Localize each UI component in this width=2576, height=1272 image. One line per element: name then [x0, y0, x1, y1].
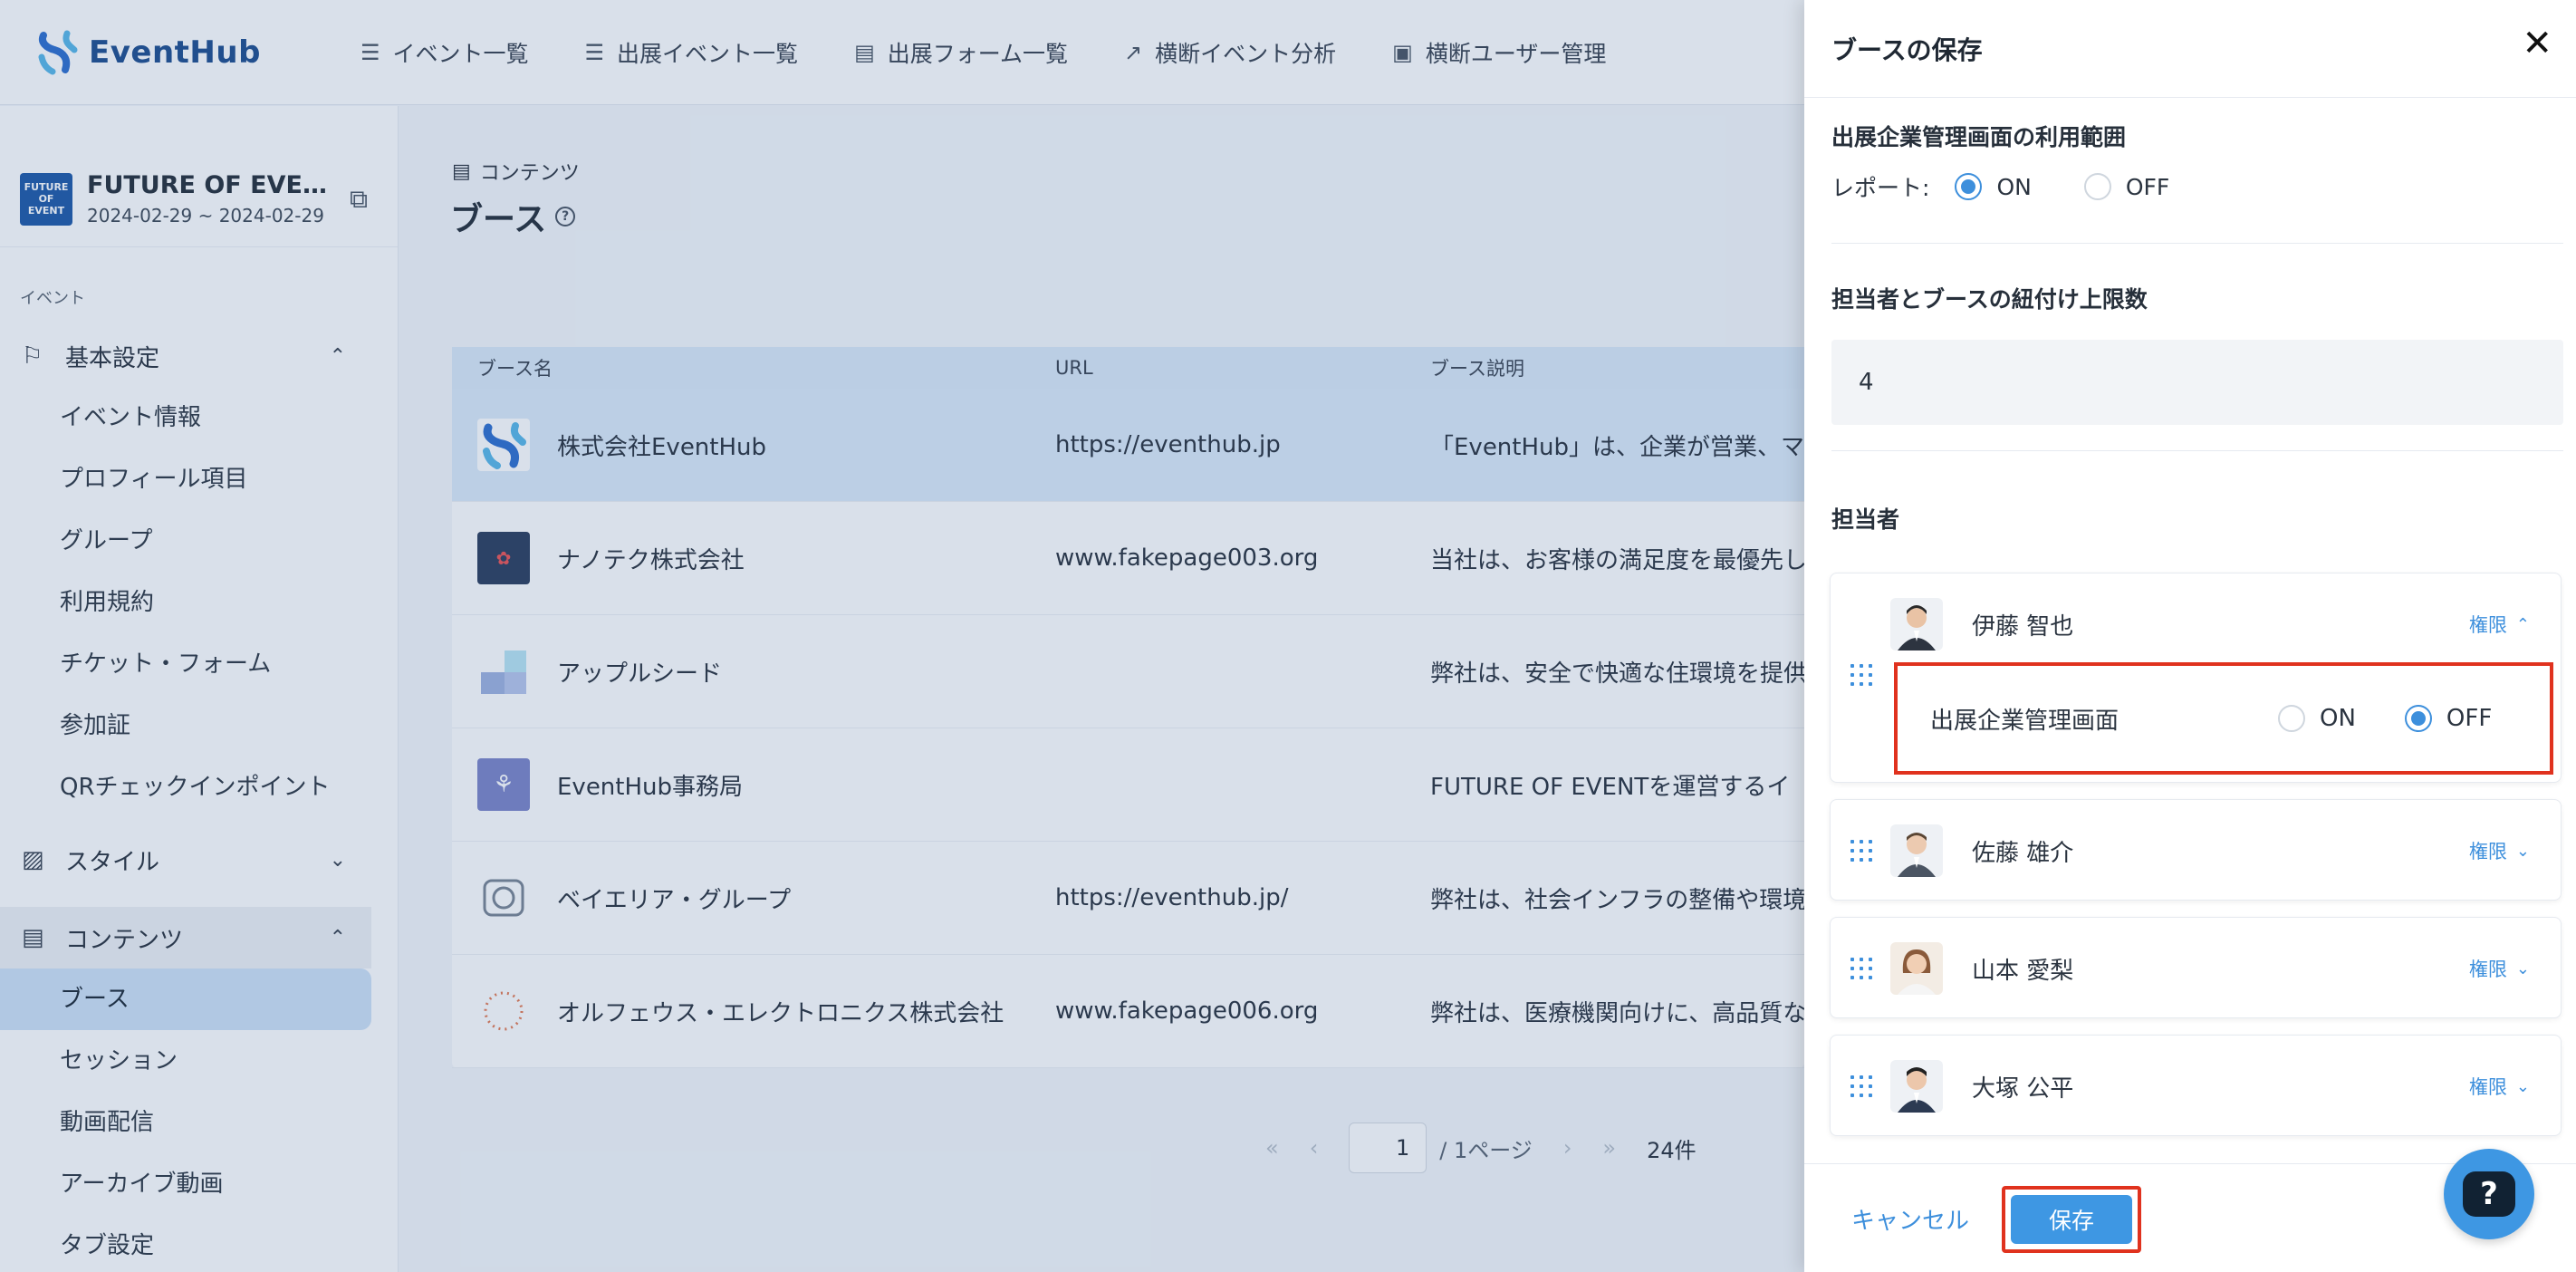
- drawer-body: 出展企業管理画面の利用範囲 レポート: ON OFF 担当者とブースの紐付け上限…: [1804, 120, 2576, 535]
- report-on-label: ON: [1996, 173, 2032, 200]
- staff-card: 山本 愛梨 権限 ⌄: [1830, 917, 2562, 1018]
- report-radio-group: レポート: ON OFF: [1831, 170, 2560, 203]
- permission-off-label: OFF: [2446, 705, 2493, 732]
- exhibitor-admin-permission: 出展企業管理画面 ON OFF: [1894, 662, 2553, 775]
- divider: [1831, 243, 2563, 244]
- permission-on-option[interactable]: ON: [2278, 705, 2356, 732]
- permission-toggle[interactable]: 権限 ⌄: [2469, 1073, 2530, 1100]
- staff-name: 伊藤 智也: [1972, 612, 2074, 641]
- modal-overlay[interactable]: [0, 0, 1804, 1272]
- permission-off-radio[interactable]: [2404, 705, 2432, 732]
- report-on-radio[interactable]: [1955, 173, 1983, 200]
- staff-name: 佐藤 雄介: [1972, 839, 2074, 867]
- staff-card: 佐藤 雄介 権限 ⌄: [1830, 799, 2562, 901]
- staff-card-header: 佐藤 雄介 権限 ⌄: [1831, 800, 2561, 901]
- permission-label: 権限: [2468, 1076, 2507, 1098]
- report-label: レポート:: [1831, 175, 1930, 201]
- save-button-highlight: 保存: [2002, 1186, 2141, 1253]
- permission-toggle[interactable]: 権限 ⌄: [2469, 955, 2530, 982]
- permission-toggle[interactable]: 権限 ⌄: [2469, 837, 2530, 864]
- limit-input[interactable]: 4: [1831, 340, 2563, 425]
- help-chat-button[interactable]: ?: [2444, 1149, 2534, 1239]
- drawer-title: ブースの保存: [1831, 34, 1983, 65]
- drag-handle-icon[interactable]: [1850, 840, 1878, 862]
- permission-label: 権限: [2468, 959, 2507, 980]
- permission-label: 権限: [2468, 614, 2507, 636]
- chevron-up-icon: ⌃: [2515, 614, 2530, 634]
- chevron-down-icon: ⌄: [2515, 841, 2530, 861]
- avatar: [1890, 598, 1943, 650]
- drawer-header: ブースの保存 ✕: [1804, 0, 2576, 98]
- scope-label: 出展企業管理画面の利用範囲: [1831, 124, 2127, 150]
- chevron-down-icon: ⌄: [2515, 1076, 2530, 1096]
- staff-name: 大塚 公平: [1972, 1074, 2074, 1103]
- report-off-label: OFF: [2125, 173, 2170, 200]
- help-chat-icon: ?: [2463, 1171, 2515, 1217]
- staff-card-header: 大塚 公平 権限 ⌄: [1831, 1036, 2561, 1137]
- divider: [1831, 450, 2563, 451]
- staff-card: 大塚 公平 権限 ⌄: [1830, 1035, 2562, 1136]
- report-off-radio[interactable]: [2083, 173, 2111, 200]
- permission-toggle[interactable]: 権限 ⌃: [2469, 611, 2530, 638]
- drag-handle-icon[interactable]: [1850, 958, 1878, 979]
- avatar: [1890, 824, 1943, 877]
- permission-panel-label: 出展企業管理画面: [1930, 707, 2119, 735]
- drag-handle-icon[interactable]: [1850, 664, 1878, 686]
- limit-label: 担当者とブースの紐付け上限数: [1831, 286, 2148, 313]
- close-icon[interactable]: ✕: [2522, 25, 2552, 62]
- staff-name: 山本 愛梨: [1972, 957, 2074, 985]
- avatar: [1890, 942, 1943, 995]
- staff-card-header: 伊藤 智也 権限 ⌃: [1831, 573, 2561, 686]
- save-button[interactable]: 保存: [2011, 1195, 2132, 1244]
- staff-label: 担当者: [1831, 506, 1900, 533]
- permission-on-label: ON: [2320, 705, 2356, 732]
- chevron-down-icon: ⌄: [2515, 959, 2530, 978]
- drag-handle-icon[interactable]: [1850, 1075, 1878, 1097]
- staff-card: 伊藤 智也 権限 ⌃ 出展企業管理画面 ON OFF: [1830, 573, 2562, 783]
- permission-on-radio[interactable]: [2278, 705, 2305, 732]
- staff-card-header: 山本 愛梨 権限 ⌄: [1831, 918, 2561, 1019]
- avatar: [1890, 1060, 1943, 1113]
- cancel-button[interactable]: キャンセル: [1851, 1202, 1969, 1236]
- permission-off-option[interactable]: OFF: [2404, 705, 2493, 732]
- permission-label: 権限: [2468, 841, 2507, 862]
